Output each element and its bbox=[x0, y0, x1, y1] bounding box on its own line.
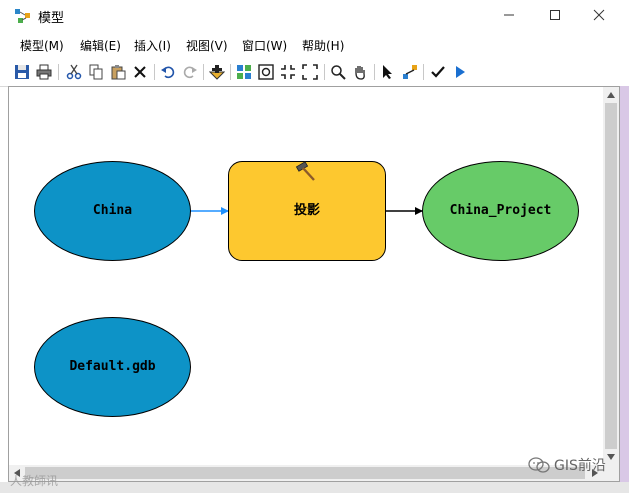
zoom-button[interactable] bbox=[328, 62, 348, 82]
save-icon bbox=[15, 65, 29, 79]
print-icon bbox=[36, 64, 52, 80]
hammer-icon bbox=[295, 161, 317, 183]
vertical-scroll-thumb[interactable] bbox=[605, 103, 617, 449]
node-label: 投影 bbox=[293, 203, 320, 218]
model-icon bbox=[14, 8, 32, 24]
toolbar-separator bbox=[154, 64, 155, 80]
auto-layout-button[interactable] bbox=[234, 62, 254, 82]
node-china[interactable]: China bbox=[34, 161, 191, 261]
close-icon bbox=[593, 9, 605, 21]
print-button[interactable] bbox=[34, 62, 54, 82]
horizontal-scrollbar[interactable] bbox=[9, 465, 603, 481]
node-label: China_Project bbox=[449, 203, 552, 218]
paste-icon bbox=[111, 65, 126, 80]
node-china-project[interactable]: China_Project bbox=[422, 161, 579, 261]
desktop-background bbox=[620, 86, 629, 493]
toolbar-separator bbox=[230, 64, 231, 80]
paste-button[interactable] bbox=[108, 62, 128, 82]
zoom-icon bbox=[331, 65, 346, 80]
undo-icon bbox=[161, 66, 175, 79]
full-extent-icon bbox=[258, 64, 274, 80]
toolbar-separator bbox=[423, 64, 424, 80]
scroll-up-icon[interactable] bbox=[603, 87, 619, 103]
minimize-button[interactable] bbox=[486, 0, 532, 30]
menu-insert[interactable]: 插入(I) bbox=[134, 37, 171, 54]
close-button[interactable] bbox=[576, 0, 622, 30]
redo-icon bbox=[183, 66, 197, 79]
pan-button[interactable] bbox=[350, 62, 370, 82]
toolbar bbox=[0, 58, 629, 87]
model-window: 模型 模型(M) 编辑(E) 插入(I) 视图(V) 窗口(W) 帮助(H) C… bbox=[0, 0, 629, 493]
vertical-scrollbar[interactable] bbox=[603, 87, 619, 465]
delete-icon bbox=[134, 66, 146, 78]
menu-view[interactable]: 视图(V) bbox=[186, 37, 228, 54]
select-button[interactable] bbox=[378, 62, 398, 82]
select-icon bbox=[383, 65, 392, 79]
minimize-icon bbox=[504, 14, 514, 16]
title-bar[interactable]: 模型 bbox=[0, 0, 629, 32]
copy-button[interactable] bbox=[86, 62, 106, 82]
wechat-icon bbox=[528, 456, 550, 474]
zoom-out-fixed-button[interactable] bbox=[300, 62, 320, 82]
copy-icon bbox=[89, 64, 103, 80]
maximize-button[interactable] bbox=[532, 0, 578, 30]
menu-model[interactable]: 模型(M) bbox=[20, 37, 64, 54]
node-default-gdb[interactable]: Default.gdb bbox=[34, 317, 191, 417]
menu-window[interactable]: 窗口(W) bbox=[242, 37, 287, 54]
node-label: Default.gdb bbox=[69, 359, 156, 374]
toolbar-separator bbox=[203, 64, 204, 80]
add-data-button[interactable] bbox=[207, 62, 227, 82]
validate-icon bbox=[431, 66, 445, 78]
desktop-background bbox=[0, 482, 629, 493]
watermark-text: GIS前沿 bbox=[554, 458, 606, 474]
connect-button[interactable] bbox=[400, 62, 420, 82]
cut-button[interactable] bbox=[64, 62, 84, 82]
full-extent-button[interactable] bbox=[256, 62, 276, 82]
node-label: China bbox=[92, 203, 133, 218]
run-icon bbox=[456, 66, 465, 78]
add-data-icon bbox=[209, 65, 225, 80]
save-button[interactable] bbox=[12, 62, 32, 82]
toolbar-separator bbox=[324, 64, 325, 80]
menu-edit[interactable]: 编辑(E) bbox=[80, 37, 121, 54]
connect-icon bbox=[403, 65, 417, 79]
zoom-out-fixed-icon bbox=[302, 64, 318, 80]
validate-button[interactable] bbox=[428, 62, 448, 82]
pan-icon bbox=[355, 66, 365, 80]
zoom-in-fixed-icon bbox=[281, 65, 295, 79]
watermark-right: GIS前沿 bbox=[528, 455, 606, 475]
model-canvas[interactable]: China 投影 China_Project Default.gdb bbox=[8, 86, 620, 482]
horizontal-scroll-thumb[interactable] bbox=[25, 467, 585, 479]
cut-icon bbox=[66, 64, 82, 80]
delete-button[interactable] bbox=[130, 62, 150, 82]
toolbar-separator bbox=[58, 64, 59, 80]
undo-button[interactable] bbox=[158, 62, 178, 82]
window-title: 模型 bbox=[38, 11, 65, 26]
redo-button[interactable] bbox=[180, 62, 200, 82]
zoom-in-fixed-button[interactable] bbox=[278, 62, 298, 82]
run-button[interactable] bbox=[450, 62, 470, 82]
watermark-left: 人教師讯 bbox=[10, 474, 59, 488]
toolbar-separator bbox=[374, 64, 375, 80]
maximize-icon bbox=[550, 10, 560, 20]
menu-help[interactable]: 帮助(H) bbox=[302, 37, 344, 54]
menu-bar: 模型(M) 编辑(E) 插入(I) 视图(V) 窗口(W) 帮助(H) bbox=[0, 34, 629, 56]
auto-layout-icon bbox=[237, 65, 251, 79]
